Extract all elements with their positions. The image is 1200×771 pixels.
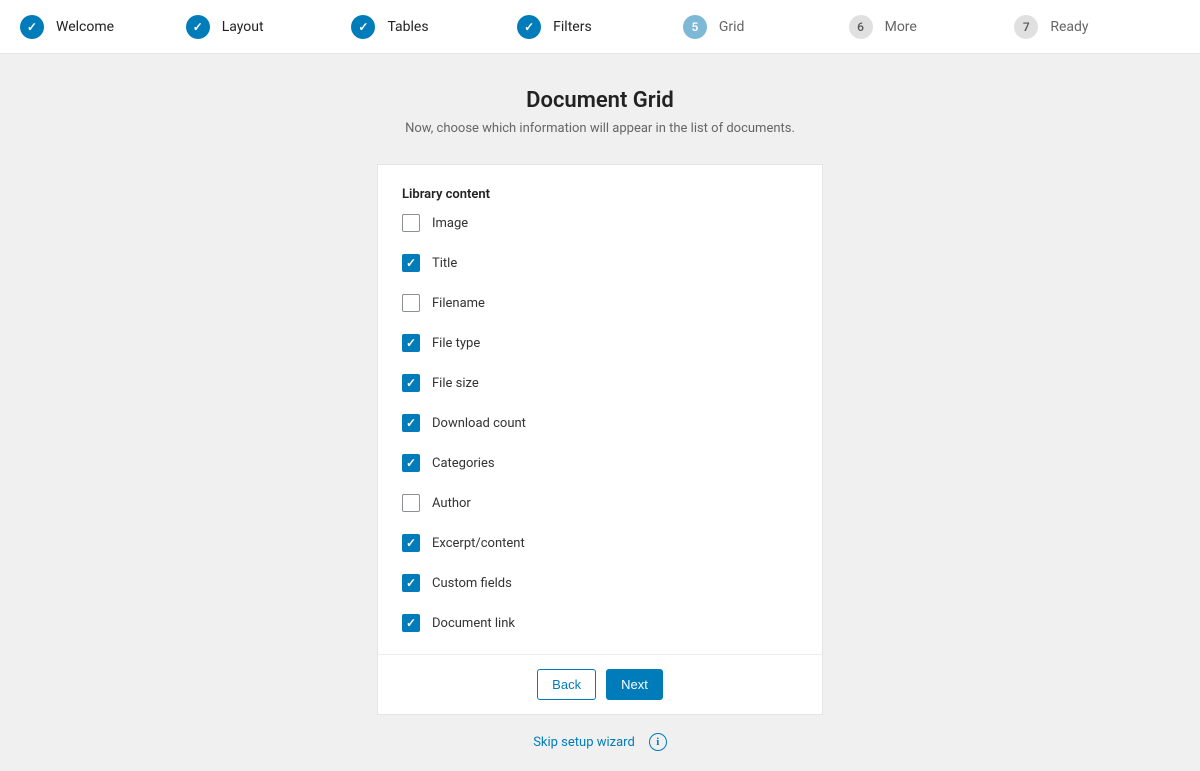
page-title: Document Grid — [526, 88, 674, 113]
checkbox[interactable] — [402, 254, 420, 272]
step-label: Filters — [553, 19, 592, 35]
options-card: Library content Image Title Filename File t… — [377, 164, 823, 715]
step-label: Welcome — [56, 19, 114, 35]
next-button[interactable]: Next — [606, 669, 663, 700]
checkbox-row[interactable]: File size — [402, 374, 798, 392]
checkbox-row[interactable]: Author — [402, 494, 798, 512]
step-label: Ready — [1050, 19, 1088, 35]
step-label: Tables — [387, 19, 428, 35]
checkbox-label: Filename — [432, 296, 485, 311]
step-number: 6 — [849, 15, 873, 39]
checkbox-label: File size — [432, 376, 479, 391]
check-icon — [186, 15, 210, 39]
checkbox-label: Excerpt/content — [432, 536, 525, 551]
checkbox[interactable] — [402, 494, 420, 512]
checkbox[interactable] — [402, 414, 420, 432]
checkbox-row[interactable]: Categories — [402, 454, 798, 472]
page-subtitle: Now, choose which information will appea… — [405, 121, 795, 136]
checkbox-row[interactable]: Filename — [402, 294, 798, 312]
checkbox-label: Title — [432, 256, 457, 271]
checkbox[interactable] — [402, 334, 420, 352]
checkbox[interactable] — [402, 614, 420, 632]
checkbox-label: File type — [432, 336, 480, 351]
checkbox-label: Image — [432, 216, 468, 231]
step-number: 7 — [1014, 15, 1038, 39]
checkbox[interactable] — [402, 534, 420, 552]
checkbox-row[interactable]: Download count — [402, 414, 798, 432]
checkbox-row[interactable]: Document link — [402, 614, 798, 632]
step-label: Grid — [719, 19, 745, 35]
check-icon — [517, 15, 541, 39]
checkbox-label: Author — [432, 496, 471, 511]
checkbox-label: Download count — [432, 416, 526, 431]
checkbox-row[interactable]: File type — [402, 334, 798, 352]
checkbox-label: Document link — [432, 616, 515, 631]
step-label: Layout — [222, 19, 264, 35]
step-ready: 7 Ready — [1014, 15, 1180, 39]
checkbox-row[interactable]: Custom fields — [402, 574, 798, 592]
checkbox-row[interactable]: Excerpt/content — [402, 534, 798, 552]
checkbox[interactable] — [402, 374, 420, 392]
checkbox-label: Custom fields — [432, 576, 512, 591]
step-label: More — [885, 19, 917, 35]
step-grid: 5 Grid — [683, 15, 849, 39]
step-layout[interactable]: Layout — [186, 15, 352, 39]
main-content: Document Grid Now, choose which informat… — [0, 54, 1200, 771]
wizard-stepper: Welcome Layout Tables Filters 5 Grid 6 More 7 Rea… — [0, 0, 1200, 54]
checkbox-list: Image Title Filename File type File size Down… — [402, 214, 798, 632]
step-tables[interactable]: Tables — [351, 15, 517, 39]
skip-row: Skip setup wizard i — [377, 733, 823, 751]
back-button[interactable]: Back — [537, 669, 596, 700]
checkbox[interactable] — [402, 294, 420, 312]
checkbox-row[interactable]: Title — [402, 254, 798, 272]
checkbox[interactable] — [402, 574, 420, 592]
step-more: 6 More — [849, 15, 1015, 39]
check-icon — [351, 15, 375, 39]
card-footer: Back Next — [378, 654, 822, 714]
info-icon[interactable]: i — [649, 733, 667, 751]
checkbox[interactable] — [402, 454, 420, 472]
skip-setup-link[interactable]: Skip setup wizard — [533, 735, 635, 750]
checkbox[interactable] — [402, 214, 420, 232]
check-icon — [20, 15, 44, 39]
checkbox-label: Categories — [432, 456, 495, 471]
step-number: 5 — [683, 15, 707, 39]
section-label: Library content — [402, 187, 798, 202]
step-welcome[interactable]: Welcome — [20, 15, 186, 39]
checkbox-row[interactable]: Image — [402, 214, 798, 232]
step-filters[interactable]: Filters — [517, 15, 683, 39]
